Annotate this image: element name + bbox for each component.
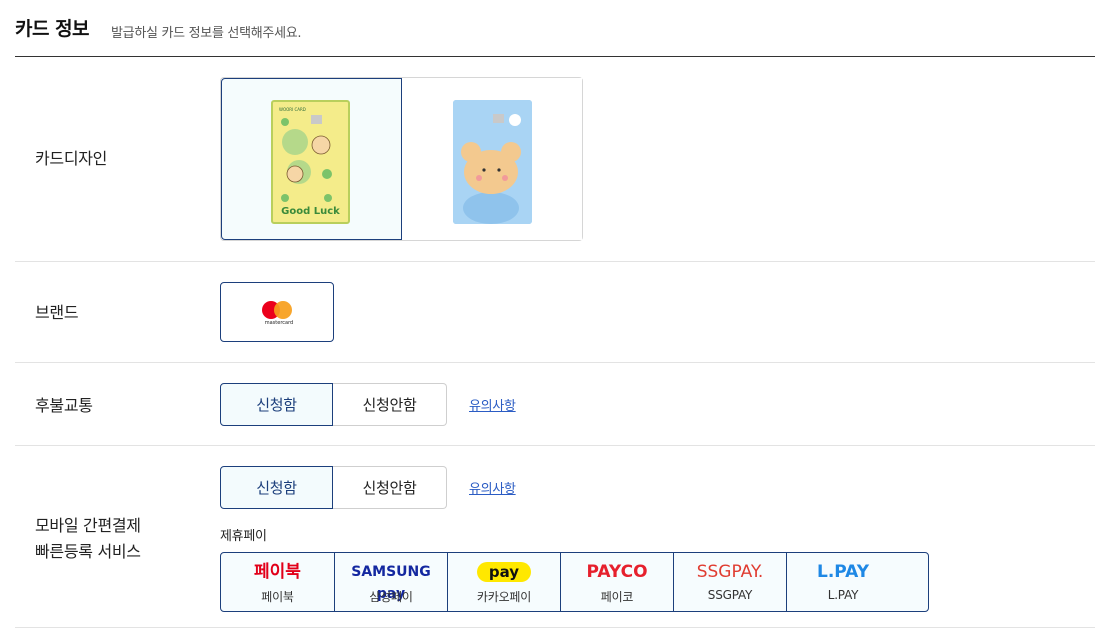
card-design-option-2[interactable] — [401, 78, 582, 240]
samsung-pay-logo: SAMSUNG pay — [351, 564, 431, 602]
lpay-logo: L.PAY — [816, 562, 870, 582]
mastercard-logo-text: mastercard — [264, 320, 294, 326]
kakao-pay-logo-text: pay — [477, 562, 531, 582]
pay-item-label: 페이북 — [261, 590, 294, 604]
partner-pay-list: 페이북 페이북 SAMSUNG pay 삼성페이 pay 카카오페이 PAYCO… — [220, 552, 929, 612]
section-subtitle: 발급하실 카드 정보를 선택해주세요. — [111, 26, 302, 41]
card-design-option-1[interactable]: WOORI CARD Good Luck — [221, 78, 402, 240]
brand-option-mastercard[interactable]: mastercard — [220, 282, 334, 342]
pay-item-kakao-pay[interactable]: pay 카카오페이 — [447, 553, 560, 611]
mobile-pay-decline-button[interactable]: 신청안함 — [333, 466, 447, 509]
mobile-pay-row: 모바일 간편결제 빠른등록 서비스 신청함 신청안함 유의사항 제휴페이 페이북… — [15, 446, 1095, 628]
svg-text:WOORI CARD: WOORI CARD — [279, 107, 306, 112]
mobile-pay-notice-link[interactable]: 유의사항 — [469, 478, 516, 497]
card-design-row: 카드디자인 WOORI CARD Good Luck — [15, 57, 1095, 262]
transit-decline-button[interactable]: 신청안함 — [333, 383, 447, 426]
pay-item-samsung-pay[interactable]: SAMSUNG pay 삼성페이 — [334, 553, 447, 611]
pay-item-paybook[interactable]: 페이북 페이북 — [221, 553, 334, 611]
paybook-logo: 페이북 — [254, 562, 301, 582]
card-image-bear — [452, 100, 532, 224]
transit-toggle: 신청함 신청안함 — [220, 383, 447, 426]
section-header: 카드 정보 발급하실 카드 정보를 선택해주세요. — [15, 14, 1095, 57]
transit-label: 후불교통 — [35, 396, 93, 415]
pay-item-label: 삼성페이 — [369, 590, 413, 604]
transit-row: 후불교통 신청함 신청안함 유의사항 — [15, 363, 1095, 446]
ssgpay-logo: SSGPAY. — [696, 562, 764, 582]
pay-item-payco[interactable]: PAYCO 페이코 — [560, 553, 673, 611]
transit-apply-button[interactable]: 신청함 — [220, 383, 333, 426]
card-image-good-luck: WOORI CARD Good Luck — [271, 100, 350, 224]
mobile-pay-apply-button[interactable]: 신청함 — [220, 466, 333, 509]
pay-item-ssgpay[interactable]: SSGPAY. SSGPAY — [673, 553, 786, 611]
brand-row: 브랜드 mastercard — [15, 262, 1095, 363]
payco-logo: PAYCO — [586, 562, 648, 582]
mastercard-logo: mastercard — [261, 301, 295, 326]
card-design-label: 카드디자인 — [35, 149, 108, 168]
pay-item-label: SSGPAY — [707, 588, 753, 602]
partner-pay-caption: 제휴페이 — [220, 529, 267, 544]
pay-item-label: L.PAY — [827, 588, 859, 602]
pay-item-lpay[interactable]: L.PAY L.PAY — [786, 553, 899, 611]
card-design-options: WOORI CARD Good Luck — [220, 77, 583, 241]
pay-item-label: 페이코 — [600, 590, 634, 604]
pay-item-label: 카카오페이 — [476, 590, 532, 604]
section-title: 카드 정보 — [15, 18, 90, 40]
mobile-pay-label-line2: 빠른등록 서비스 — [35, 542, 141, 561]
mobile-pay-label-line1: 모바일 간편결제 — [35, 516, 141, 535]
brand-label: 브랜드 — [35, 303, 79, 322]
transit-notice-link[interactable]: 유의사항 — [469, 395, 516, 414]
mobile-pay-toggle: 신청함 신청안함 — [220, 466, 447, 509]
kakao-pay-logo: pay — [448, 561, 560, 583]
card-good-luck-text: Good Luck — [281, 206, 340, 217]
